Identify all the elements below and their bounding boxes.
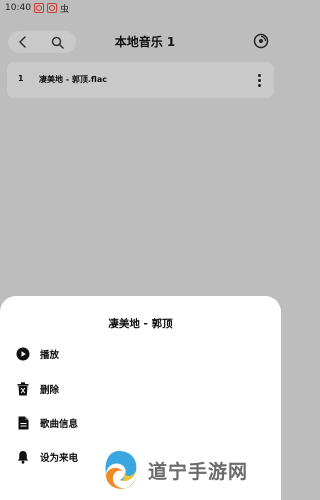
page-title: 本地音乐 1	[114, 35, 176, 49]
notification-icon	[46, 3, 57, 13]
menu-item-song-info[interactable]: 歌曲信息	[0, 410, 281, 436]
menu-item-label: 删除	[40, 385, 60, 396]
status-time: 10:40	[5, 3, 31, 13]
menu-item-label: 播放	[40, 350, 60, 361]
header: 本地音乐 1	[0, 28, 281, 56]
bell-icon	[15, 449, 31, 465]
song-name: 凄美地 - 郭顶.flac	[39, 75, 107, 84]
trash-icon	[15, 381, 31, 397]
list-item[interactable]: 1 凄美地 - 郭顶.flac	[7, 62, 274, 98]
menu-item-delete[interactable]: 删除	[0, 376, 281, 402]
play-circle-icon	[15, 346, 31, 362]
back-button[interactable]	[14, 33, 32, 51]
notification-icon	[33, 3, 44, 13]
disc-icon	[253, 33, 269, 49]
watermark-text: 道宁手游网	[148, 460, 249, 483]
more-vertical-icon	[257, 73, 261, 77]
menu-item-label: 歌曲信息	[40, 419, 79, 430]
chevron-left-icon	[19, 36, 26, 48]
song-index: 1	[18, 74, 24, 83]
search-button[interactable]	[47, 32, 67, 52]
now-playing-button[interactable]	[251, 31, 271, 51]
more-options-button[interactable]	[254, 71, 264, 89]
menu-item-play[interactable]: 播放	[0, 341, 281, 367]
sheet-title: 凄美地 - 郭顶	[108, 318, 173, 330]
swirl-logo-icon	[105, 451, 137, 489]
status-app-glyph: 虫	[59, 4, 69, 15]
document-icon	[15, 415, 31, 431]
status-bar: 10:40 虫	[0, 0, 281, 16]
menu-item-label: 设为来电	[40, 453, 79, 464]
watermark: 道宁手游网	[96, 440, 281, 500]
search-icon	[51, 36, 64, 49]
